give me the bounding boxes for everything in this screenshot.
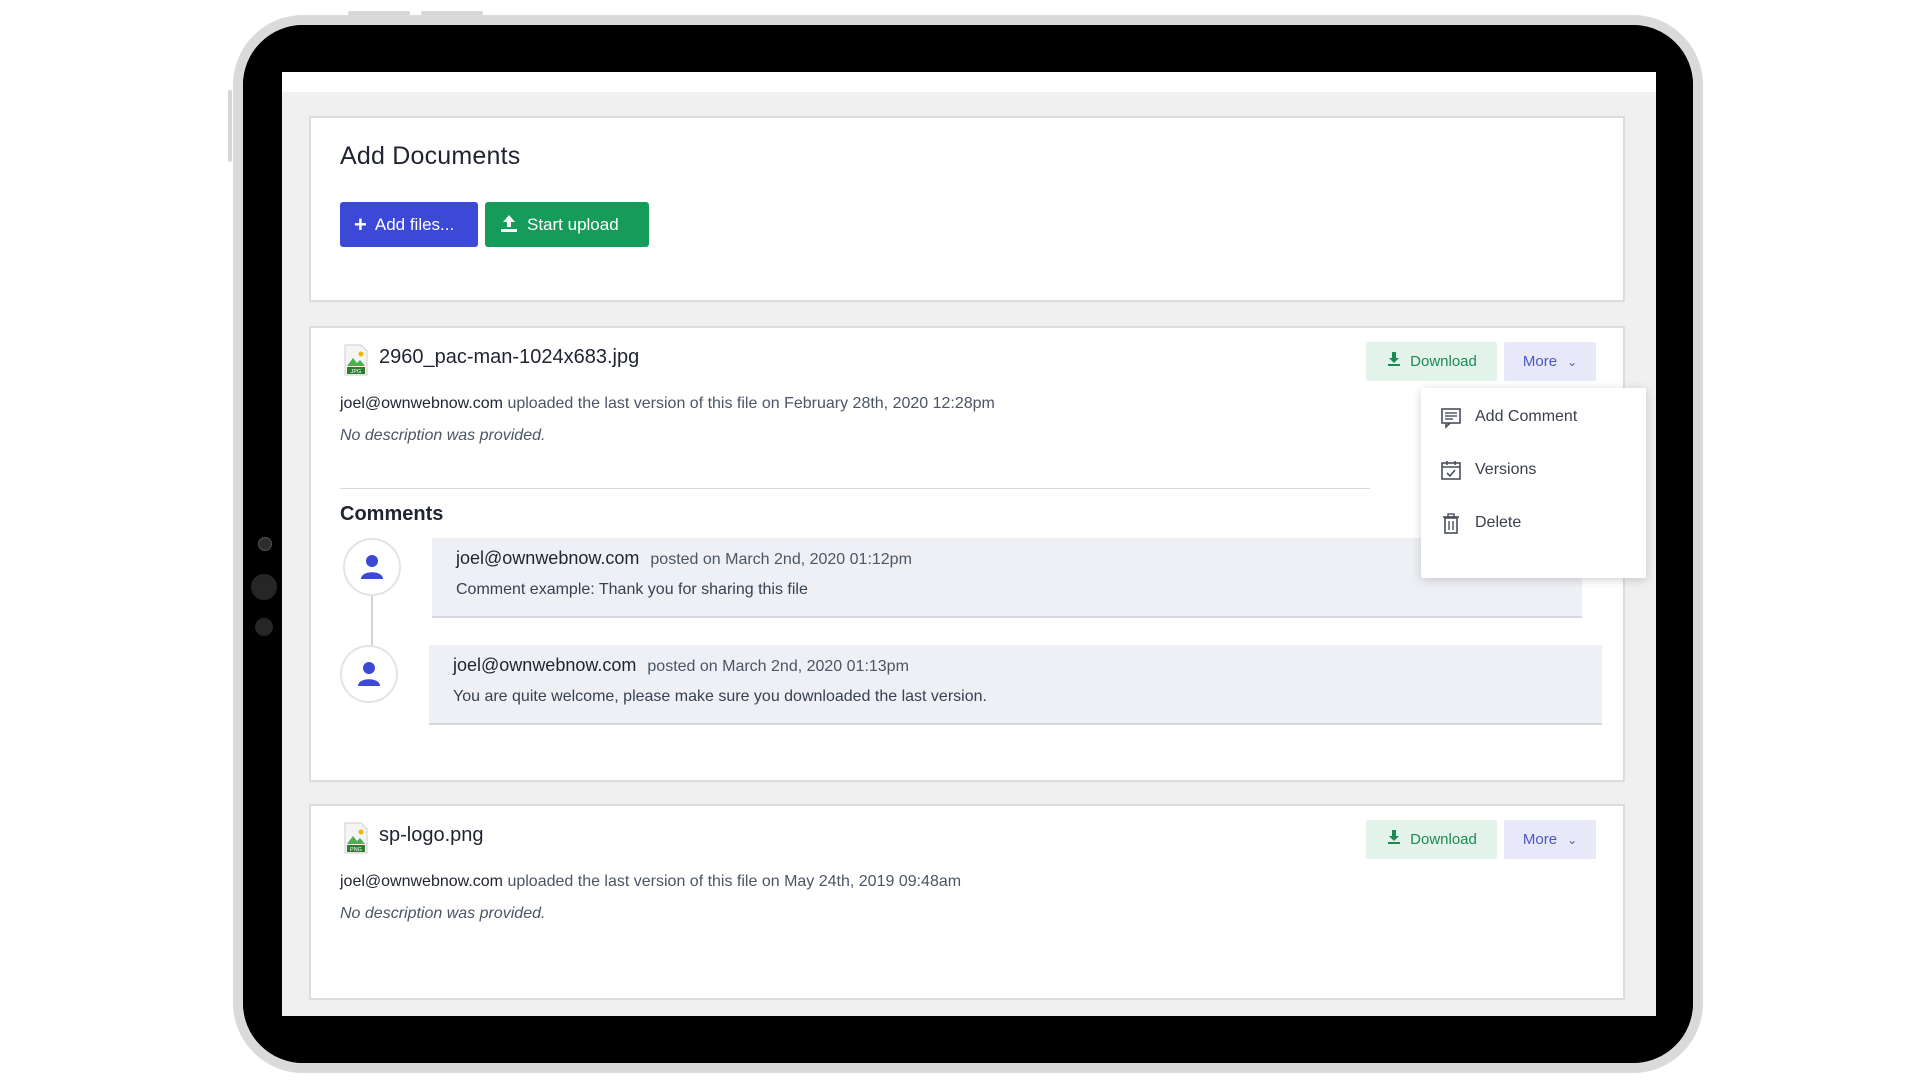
comment-date: posted on March 2nd, 2020 01:13pm [647, 658, 909, 675]
start-upload-label: Start upload [527, 214, 619, 234]
camera-icon [258, 537, 272, 551]
download-label: Download [1410, 831, 1477, 848]
comment-date: posted on March 2nd, 2020 01:12pm [650, 551, 912, 568]
image-file-icon: PNG [344, 822, 368, 854]
download-icon [1386, 351, 1402, 372]
device-side-button [228, 90, 232, 162]
thread-connector [371, 596, 373, 652]
page-title: Add Documents [340, 142, 521, 170]
file-card: PNG sp-logo.png Download More ⌄ joel@own… [309, 804, 1625, 1000]
uploader-email[interactable]: joel@ownwebnow.com [340, 873, 503, 890]
sensor-icon [255, 618, 273, 636]
upload-text: uploaded the last version of this file o… [507, 873, 962, 890]
more-label: More [1522, 353, 1558, 370]
svg-text:JPG: JPG [351, 369, 362, 375]
file-description: No description was provided. [340, 905, 546, 922]
file-name[interactable]: 2960_pac-man-1024x683.jpg [379, 346, 639, 369]
more-label: More [1522, 831, 1558, 848]
file-name[interactable]: sp-logo.png [379, 824, 484, 847]
comment-header: joel@ownwebnow.com posted on March 2nd, … [453, 655, 909, 676]
user-icon [358, 662, 380, 686]
avatar [340, 645, 398, 703]
comment-icon [1441, 408, 1461, 429]
download-button[interactable]: Download [1366, 342, 1497, 381]
calendar-check-icon [1441, 461, 1461, 480]
add-documents-card: Add Documents + Add files... Start uploa… [309, 116, 1625, 302]
comment-author[interactable]: joel@ownwebnow.com [456, 548, 639, 568]
uploader-email[interactable]: joel@ownwebnow.com [340, 395, 503, 412]
top-bar [282, 72, 1656, 92]
image-file-icon: JPG [344, 344, 368, 376]
menu-item-label: Add Comment [1475, 408, 1578, 425]
upload-info: joel@ownwebnow.com uploaded the last ver… [340, 873, 961, 891]
avatar [343, 538, 401, 596]
plus-icon: + [354, 211, 367, 237]
add-files-label: Add files... [374, 214, 455, 234]
menu-item-label: Versions [1475, 461, 1537, 478]
add-files-button[interactable]: + Add files... [340, 202, 478, 247]
download-icon [1386, 829, 1402, 850]
comment-text: You are quite welcome, please make sure … [453, 688, 987, 705]
app-screen: Add Documents + Add files... Start uploa… [282, 72, 1656, 1016]
more-button[interactable]: More ⌄ [1504, 342, 1596, 381]
comments-heading: Comments [340, 503, 444, 525]
file-description: No description was provided. [340, 427, 546, 444]
sensor-icon [251, 574, 277, 600]
menu-item-versions[interactable]: Versions [1439, 455, 1536, 485]
more-button[interactable]: More ⌄ [1504, 820, 1596, 859]
download-button[interactable]: Download [1366, 820, 1497, 859]
menu-item-add-comment[interactable]: Add Comment [1439, 402, 1577, 432]
user-icon [361, 555, 383, 579]
more-dropdown-menu: Add Comment Versions Delete [1421, 388, 1646, 578]
chevron-down-icon: ⌄ [1567, 832, 1578, 847]
comment-header: joel@ownwebnow.com posted on March 2nd, … [456, 548, 912, 569]
comment-item: joel@ownwebnow.com posted on March 2nd, … [432, 538, 1582, 618]
menu-item-delete[interactable]: Delete [1439, 508, 1521, 538]
comment-text: Comment example: Thank you for sharing t… [456, 581, 808, 598]
divider [340, 488, 1370, 489]
trash-icon [1443, 513, 1459, 534]
menu-item-label: Delete [1475, 514, 1522, 531]
svg-text:PNG: PNG [350, 847, 362, 853]
upload-info: joel@ownwebnow.com uploaded the last ver… [340, 395, 995, 413]
chevron-down-icon: ⌄ [1567, 354, 1578, 369]
download-label: Download [1410, 353, 1477, 370]
upload-text: uploaded the last version of this file o… [507, 395, 995, 412]
upload-icon [499, 213, 519, 237]
comment-item: joel@ownwebnow.com posted on March 2nd, … [429, 645, 1602, 725]
comment-author[interactable]: joel@ownwebnow.com [453, 655, 636, 675]
start-upload-button[interactable]: Start upload [485, 202, 649, 247]
